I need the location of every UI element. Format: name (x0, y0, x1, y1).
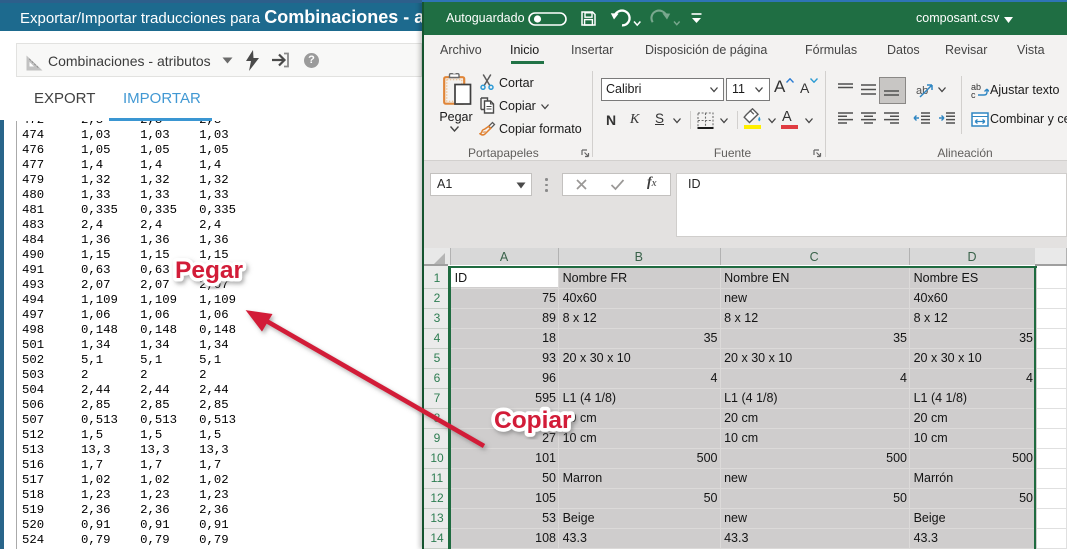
svg-text:c: c (971, 90, 976, 99)
